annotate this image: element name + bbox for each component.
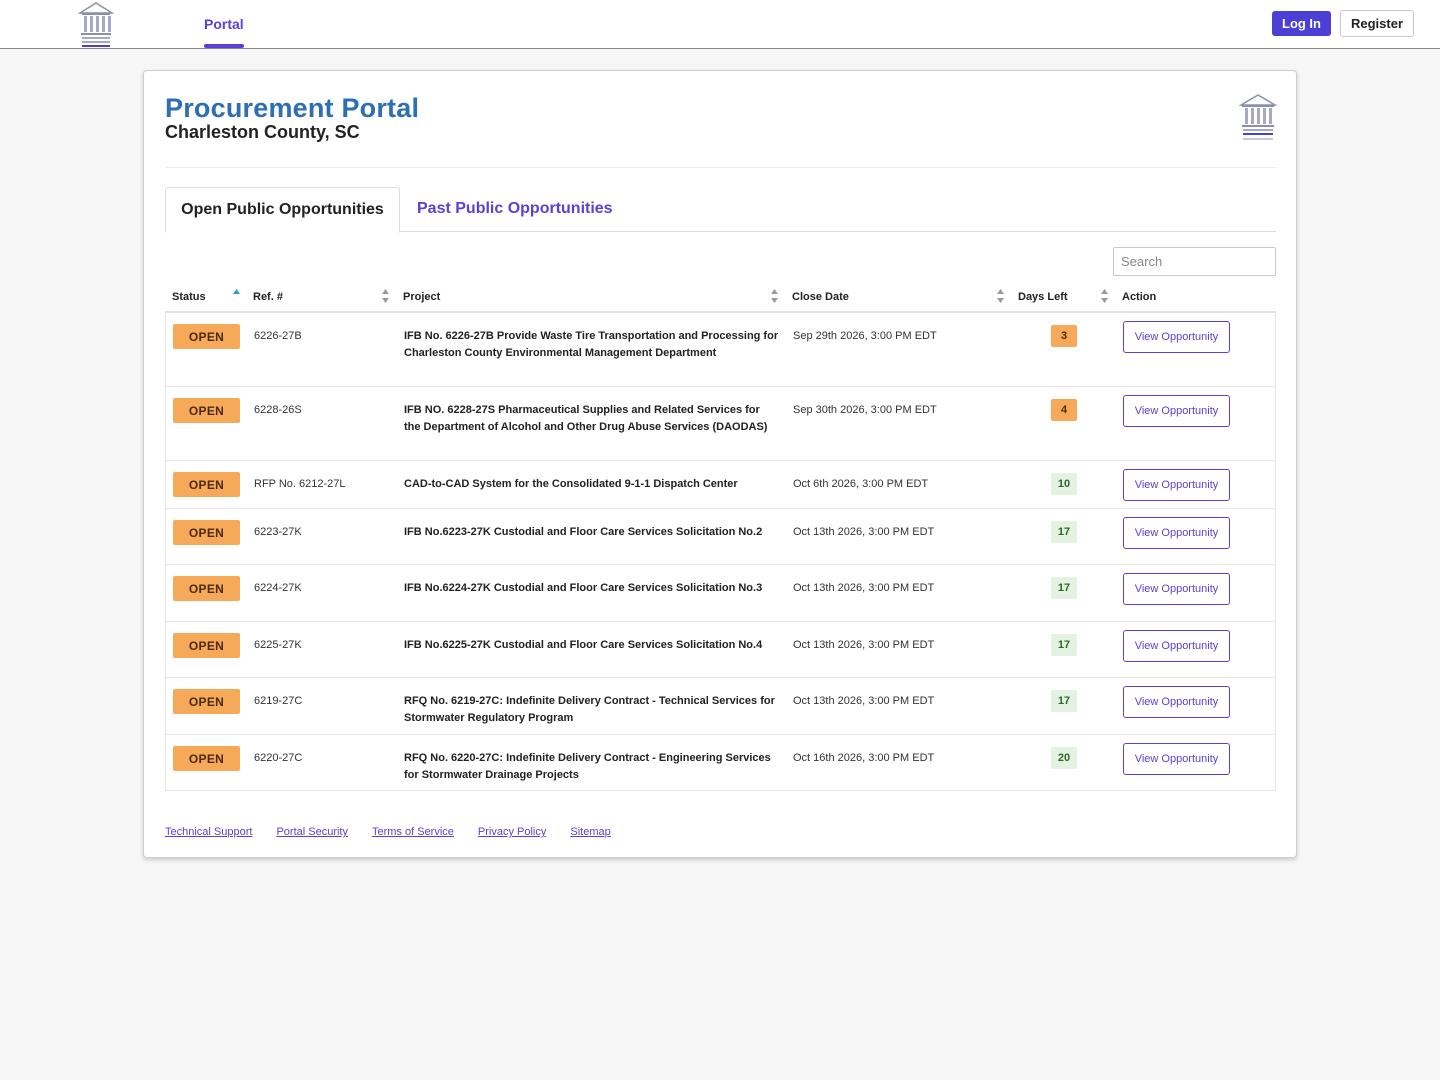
column-header-action: Action bbox=[1122, 291, 1157, 303]
project-title: CAD-to-CAD System for the Consolidated 9… bbox=[404, 478, 738, 490]
portal-card: Procurement Portal Charleston County, SC… bbox=[143, 70, 1297, 858]
nav-tab-portal[interactable]: Portal bbox=[204, 0, 244, 48]
column-header-days-left[interactable]: Days Left bbox=[1018, 283, 1068, 311]
close-date: Sep 30th 2026, 3:00 PM EDT bbox=[793, 404, 937, 416]
footer-link-terms-of-service[interactable]: Terms of Service bbox=[372, 826, 454, 838]
view-opportunity-button[interactable]: View Opportunity bbox=[1123, 630, 1230, 662]
table-row: OPEN 6223-27K IFB No.6223-27K Custodial … bbox=[166, 508, 1275, 564]
project-title: RFQ No. 6219-27C: Indefinite Delivery Co… bbox=[404, 695, 775, 724]
status-badge: OPEN bbox=[173, 520, 240, 545]
footer-link-technical-support[interactable]: Technical Support bbox=[165, 826, 252, 838]
ref-number: 6228-26S bbox=[254, 404, 302, 416]
days-left-badge: 17 bbox=[1051, 634, 1077, 656]
active-tab-indicator bbox=[204, 44, 244, 48]
days-left-badge: 17 bbox=[1051, 521, 1077, 543]
footer-link-portal-security[interactable]: Portal Security bbox=[276, 826, 348, 838]
close-date: Oct 16th 2026, 3:00 PM EDT bbox=[793, 752, 935, 764]
table-row: OPEN 6228-26S IFB NO. 6228-27S Pharmaceu… bbox=[166, 386, 1275, 460]
tab-open-opportunities[interactable]: Open Public Opportunities bbox=[165, 187, 400, 233]
ref-number: RFP No. 6212-27L bbox=[254, 478, 346, 490]
register-button[interactable]: Register bbox=[1340, 10, 1414, 37]
footer-links: Technical Support Portal Security Terms … bbox=[165, 826, 635, 838]
ref-number: 6224-27K bbox=[254, 582, 302, 594]
project-title: RFQ No. 6220-27C: Indefinite Delivery Co… bbox=[404, 752, 771, 781]
table-row: OPEN RFP No. 6212-27L CAD-to-CAD System … bbox=[166, 460, 1275, 508]
sort-arrows-icon[interactable] bbox=[1100, 288, 1109, 304]
ref-number: 6226-27B bbox=[254, 330, 302, 342]
table-row: OPEN 6225-27K IFB No.6225-27K Custodial … bbox=[166, 621, 1275, 677]
ref-number: 6225-27K bbox=[254, 639, 302, 651]
status-badge: OPEN bbox=[173, 398, 240, 423]
days-left-badge: 10 bbox=[1051, 473, 1077, 495]
sort-arrows-icon[interactable] bbox=[770, 288, 779, 304]
page-title: Procurement Portal bbox=[165, 93, 420, 123]
table-row: OPEN 6224-27K IFB No.6224-27K Custodial … bbox=[166, 564, 1275, 621]
view-opportunity-button[interactable]: View Opportunity bbox=[1123, 395, 1230, 427]
county-seal-logo-icon bbox=[1239, 94, 1277, 140]
sort-asc-icon[interactable] bbox=[232, 288, 241, 304]
close-date: Oct 13th 2026, 3:00 PM EDT bbox=[793, 582, 935, 594]
column-header-ref[interactable]: Ref. # bbox=[253, 283, 283, 311]
table-row: OPEN 6226-27B IFB No. 6226-27B Provide W… bbox=[166, 313, 1275, 386]
footer-link-privacy-policy[interactable]: Privacy Policy bbox=[478, 826, 546, 838]
status-badge: OPEN bbox=[173, 576, 240, 601]
view-opportunity-button[interactable]: View Opportunity bbox=[1123, 686, 1230, 718]
opportunities-table: Status Ref. # Project Close Date Days Le… bbox=[165, 283, 1276, 791]
view-opportunity-button[interactable]: View Opportunity bbox=[1123, 469, 1230, 501]
table-header: Status Ref. # Project Close Date Days Le… bbox=[165, 283, 1276, 313]
table-row: OPEN 6220-27C RFQ No. 6220-27C: Indefini… bbox=[166, 734, 1275, 790]
days-left-badge: 17 bbox=[1051, 690, 1077, 712]
county-logo-icon[interactable] bbox=[78, 1, 114, 47]
days-left-badge: 4 bbox=[1051, 399, 1077, 421]
status-badge: OPEN bbox=[173, 633, 240, 658]
tab-past-opportunities[interactable]: Past Public Opportunities bbox=[417, 187, 613, 231]
project-title: IFB NO. 6228-27S Pharmaceutical Supplies… bbox=[404, 404, 768, 433]
close-date: Oct 13th 2026, 3:00 PM EDT bbox=[793, 526, 935, 538]
status-badge: OPEN bbox=[173, 689, 240, 714]
ref-number: 6220-27C bbox=[254, 752, 303, 764]
close-date: Oct 6th 2026, 3:00 PM EDT bbox=[793, 478, 929, 490]
project-title: IFB No.6224-27K Custodial and Floor Care… bbox=[404, 582, 763, 594]
days-left-badge: 20 bbox=[1051, 747, 1077, 769]
days-left-badge: 17 bbox=[1051, 577, 1077, 599]
ref-number: 6223-27K bbox=[254, 526, 302, 538]
view-opportunity-button[interactable]: View Opportunity bbox=[1123, 321, 1230, 353]
status-badge: OPEN bbox=[173, 746, 240, 771]
project-title: IFB No.6225-27K Custodial and Floor Care… bbox=[404, 639, 763, 651]
project-title: IFB No.6223-27K Custodial and Floor Care… bbox=[404, 526, 763, 538]
close-date: Oct 13th 2026, 3:00 PM EDT bbox=[793, 639, 935, 651]
view-opportunity-button[interactable]: View Opportunity bbox=[1123, 517, 1230, 549]
sort-arrows-icon[interactable] bbox=[996, 288, 1005, 304]
top-nav-bar: Portal Log In Register bbox=[0, 0, 1440, 49]
column-header-project[interactable]: Project bbox=[403, 283, 440, 311]
project-title: IFB No. 6226-27B Provide Waste Tire Tran… bbox=[404, 330, 779, 359]
login-button[interactable]: Log In bbox=[1272, 11, 1331, 36]
table-body: OPEN 6226-27B IFB No. 6226-27B Provide W… bbox=[165, 313, 1276, 791]
status-badge: OPEN bbox=[173, 324, 240, 349]
column-header-status[interactable]: Status bbox=[172, 283, 206, 311]
close-date: Sep 29th 2026, 3:00 PM EDT bbox=[793, 330, 937, 342]
column-header-close-date[interactable]: Close Date bbox=[792, 283, 849, 311]
title-divider bbox=[165, 167, 1276, 168]
view-opportunity-button[interactable]: View Opportunity bbox=[1123, 743, 1230, 775]
footer-link-sitemap[interactable]: Sitemap bbox=[570, 826, 610, 838]
table-row: OPEN 6219-27C RFQ No. 6219-27C: Indefini… bbox=[166, 677, 1275, 734]
search-input[interactable] bbox=[1113, 247, 1276, 276]
days-left-badge: 3 bbox=[1051, 325, 1077, 347]
close-date: Oct 13th 2026, 3:00 PM EDT bbox=[793, 695, 935, 707]
sort-arrows-icon[interactable] bbox=[381, 288, 390, 304]
page-subtitle: Charleston County, SC bbox=[165, 122, 360, 142]
ref-number: 6219-27C bbox=[254, 695, 303, 707]
view-opportunity-button[interactable]: View Opportunity bbox=[1123, 573, 1230, 605]
status-badge: OPEN bbox=[173, 472, 240, 497]
